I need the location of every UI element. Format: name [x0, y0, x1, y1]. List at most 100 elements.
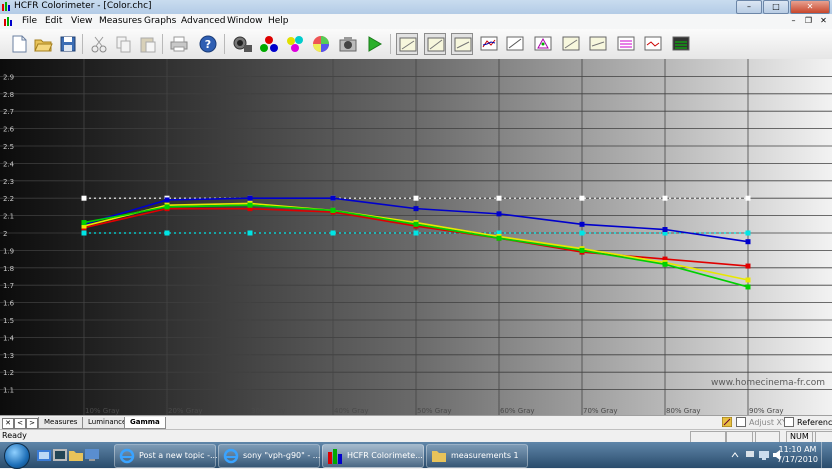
graph11-icon[interactable]	[670, 33, 692, 55]
tab-measures[interactable]: Measures	[38, 417, 84, 429]
help-icon[interactable]: ?	[197, 33, 219, 55]
menu-graphs[interactable]: Graphs	[144, 16, 176, 26]
series-point	[413, 230, 419, 236]
series-point	[579, 195, 585, 201]
series-point	[330, 230, 336, 236]
clock-date: 7/17/2010	[776, 455, 818, 464]
desktop-quicklaunch-icon[interactable]	[84, 447, 100, 463]
copy-icon[interactable]	[112, 33, 134, 55]
menu-file[interactable]: File	[22, 16, 37, 26]
task-ie-sony[interactable]: sony "vph-g90" - ...	[218, 444, 320, 468]
series-point	[579, 247, 585, 253]
y-tick-label: 2.2	[3, 195, 14, 203]
series-point	[496, 235, 502, 241]
menu-bar: File Edit View Measures Graphs Advanced …	[0, 14, 832, 29]
cut-icon[interactable]	[88, 33, 110, 55]
minimize-button[interactable]: –	[736, 0, 762, 14]
tab-gamma[interactable]: Gamma	[124, 417, 166, 429]
new-icon[interactable]	[8, 33, 30, 55]
series-point	[330, 207, 336, 213]
status-text: Ready	[2, 431, 27, 440]
menu-help[interactable]: Help	[268, 16, 289, 26]
graph8-icon[interactable]	[587, 33, 609, 55]
save-icon[interactable]	[57, 33, 79, 55]
y-tick-label: 1.3	[3, 352, 14, 360]
camera-icon[interactable]	[337, 33, 359, 55]
menu-measures[interactable]: Measures	[99, 16, 142, 26]
hcfr-icon	[328, 449, 342, 464]
print-icon[interactable]	[168, 33, 190, 55]
x-tick-label: 80% Gray	[666, 407, 701, 415]
nav-next-button[interactable]: >	[26, 418, 38, 429]
series-point	[413, 206, 419, 212]
menu-window[interactable]: Window	[227, 16, 263, 26]
paste-icon[interactable]	[137, 33, 159, 55]
color-wheel-icon[interactable]	[310, 33, 332, 55]
x-tick-label: 40% Gray	[334, 407, 369, 415]
explorer-quicklaunch-icon[interactable]	[36, 447, 52, 463]
close-button[interactable]: ✕	[790, 0, 830, 14]
child-restore-button[interactable]: ❐	[802, 15, 815, 26]
series-point	[662, 195, 668, 201]
series-point	[662, 227, 668, 233]
adjust-xyz-checkbox[interactable]	[736, 417, 746, 427]
series-point	[164, 230, 170, 236]
menu-edit[interactable]: Edit	[45, 16, 62, 26]
toolbar: ?	[0, 29, 832, 60]
menu-view[interactable]: View	[71, 16, 92, 26]
graph9-icon[interactable]	[615, 33, 637, 55]
graph1-icon[interactable]	[396, 33, 418, 55]
window-title: HCFR Colorimeter - [Color.chc]	[14, 1, 152, 11]
media-quicklaunch-icon[interactable]	[52, 447, 68, 463]
hcfr-app-icon	[2, 2, 10, 11]
child-close-button[interactable]: ✕	[817, 15, 830, 26]
graph3-icon[interactable]	[451, 33, 473, 55]
show-desktop-button[interactable]	[821, 442, 832, 468]
flag-icon[interactable]	[744, 449, 756, 461]
gamma-chart-svg: 2.9 2.8 2.7 2.6 2.5 2.4 2.3 2.2 2.1 2 1.9 1.8 1.7 1.6…	[0, 59, 832, 415]
series-point	[745, 277, 751, 283]
task-hcfr[interactable]: HCFR Colorimete...	[322, 444, 424, 468]
clock-time: 11:10 AM	[778, 445, 817, 454]
network-icon[interactable]	[758, 449, 770, 461]
folder-icon	[432, 451, 446, 462]
graph5-icon[interactable]	[504, 33, 526, 55]
folder-quicklaunch-icon[interactable]	[68, 447, 84, 463]
color-balls-icon[interactable]	[284, 33, 306, 55]
reference-checkbox[interactable]	[784, 417, 794, 427]
menu-advanced[interactable]: Advanced	[181, 16, 225, 26]
y-tick-label: 2.4	[3, 160, 15, 168]
graph6-icon[interactable]	[532, 33, 554, 55]
graph10-icon[interactable]	[642, 33, 664, 55]
y-tick-label: 1.1	[3, 387, 14, 395]
y-tick-label: 2.3	[3, 178, 14, 186]
open-icon[interactable]	[32, 33, 54, 55]
status-bar: Ready NUM	[0, 429, 832, 443]
graph2-icon[interactable]	[424, 33, 446, 55]
sensor-icon[interactable]	[232, 33, 254, 55]
y-tick-label: 2.6	[3, 126, 15, 134]
maximize-button[interactable]: □	[763, 0, 789, 14]
y-tick-label: 2.8	[3, 91, 14, 99]
y-tick-label: 1.5	[3, 317, 14, 325]
start-button[interactable]	[4, 443, 30, 469]
y-tick-label: 1.2	[3, 369, 14, 377]
x-tick-label: 10% Gray	[85, 407, 120, 415]
nav-first-button[interactable]: ✕	[2, 418, 14, 429]
clock[interactable]: 11:10 AM 7/17/2010	[777, 445, 818, 465]
ie-icon	[119, 448, 135, 464]
child-minimize-button[interactable]: –	[787, 15, 800, 26]
document-icon[interactable]	[4, 17, 14, 26]
x-tick-label: 30% Gray	[251, 407, 286, 415]
task-ie-post[interactable]: Post a new topic -...	[114, 444, 218, 468]
task-measurements-folder[interactable]: measurements 1	[426, 444, 528, 468]
graph4-icon[interactable]	[478, 33, 500, 55]
graph7-icon[interactable]	[560, 33, 582, 55]
series-point	[413, 195, 419, 201]
nav-prev-button[interactable]: <	[14, 418, 26, 429]
show-hidden-icons-icon[interactable]	[730, 450, 740, 460]
play-icon[interactable]	[363, 33, 385, 55]
y-tick-label: 1.9	[3, 247, 14, 255]
rgb-balls-icon[interactable]	[258, 33, 280, 55]
adjust-icon[interactable]	[722, 417, 732, 427]
